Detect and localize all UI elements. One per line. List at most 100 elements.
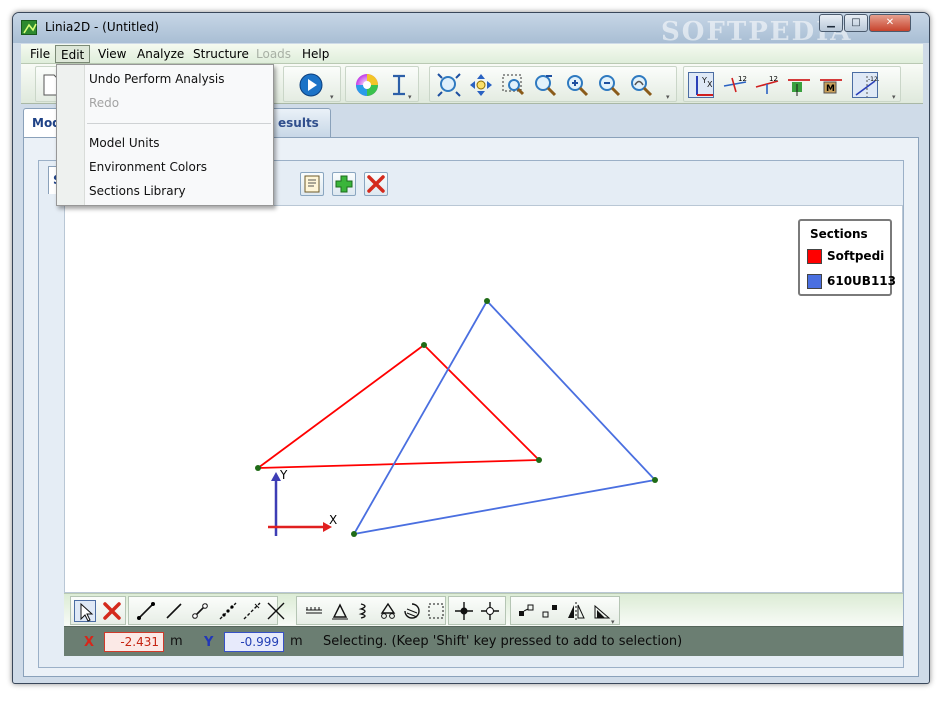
menu-separator <box>87 123 271 124</box>
x-axis-label: X <box>329 513 337 527</box>
menu-item-environment-colors[interactable]: Environment Colors <box>89 157 207 177</box>
x-coord-value: -2.431 <box>104 632 164 652</box>
menu-item-sections-library[interactable]: Sections Library <box>89 181 186 201</box>
results-values-button[interactable]: -12.4 <box>852 72 884 98</box>
sections-legend: Sections Softpedi 610UB113 <box>798 219 896 296</box>
display-toolbar-group: ▾ <box>345 66 419 102</box>
red-member[interactable] <box>423 344 540 461</box>
divide-member-button[interactable] <box>217 600 239 622</box>
mirror-button[interactable] <box>565 600 587 622</box>
distributed-load-button[interactable] <box>303 600 325 622</box>
node[interactable] <box>421 342 427 348</box>
moment-display-button[interactable]: M <box>818 72 844 98</box>
show-axes-button[interactable]: YX <box>688 72 714 98</box>
move-button[interactable] <box>539 600 561 622</box>
red-member[interactable] <box>257 344 425 469</box>
menu-file[interactable]: File <box>25 45 55 63</box>
spring-support-button[interactable] <box>353 600 375 622</box>
svg-text:-12.4: -12.4 <box>868 76 879 83</box>
blue-member[interactable] <box>486 300 656 481</box>
zoom-extents-button[interactable] <box>436 72 462 98</box>
legend-title: Sections <box>810 227 868 241</box>
transform-tool-group: ▾ <box>510 596 620 626</box>
structure-toolbar <box>286 170 412 198</box>
node[interactable] <box>652 477 658 483</box>
draw-line-button[interactable] <box>163 600 185 622</box>
member-numbers-button[interactable]: 12 <box>754 72 780 98</box>
menu-view[interactable]: View <box>93 45 131 63</box>
status-bar: X -2.431 m Y -0.999 m Selecting. (Keep '… <box>64 626 903 656</box>
node[interactable] <box>536 457 542 463</box>
close-button[interactable]: ✕ <box>869 14 911 32</box>
node[interactable] <box>351 531 357 537</box>
line-tool-group <box>128 596 285 625</box>
edit-properties-button[interactable] <box>300 172 324 196</box>
title-bar: Linia2D - (Untitled) SOFTPEDIA ▁ □ ✕ <box>13 13 929 47</box>
status-message: Selecting. (Keep 'Shift' key pressed to … <box>323 634 683 649</box>
select-window-button[interactable] <box>425 600 447 622</box>
rotational-spring-button[interactable] <box>401 600 423 622</box>
labels-toolbar-group: YX 12 12 M -12.4 ▾ <box>683 66 901 102</box>
analysis-toolbar-group: ▾ <box>283 66 341 102</box>
legend-label: 610UB113 <box>827 274 896 288</box>
svg-text:X: X <box>707 80 713 89</box>
roller-support-button[interactable] <box>377 600 399 622</box>
split-member-button[interactable] <box>241 600 263 622</box>
draw-node-line-button[interactable] <box>189 600 211 622</box>
maximize-button[interactable]: □ <box>844 14 868 32</box>
color-wheel-button[interactable] <box>354 72 380 98</box>
menu-analyze[interactable]: Analyze <box>132 45 189 63</box>
node[interactable] <box>484 298 490 304</box>
svg-text:12: 12 <box>769 75 778 83</box>
loads-display-button[interactable] <box>786 72 812 98</box>
add-button[interactable] <box>332 172 356 196</box>
zoom-in-button[interactable] <box>564 72 590 98</box>
model-panel: St <box>23 137 919 677</box>
zoom-window-button[interactable] <box>500 72 526 98</box>
intersect-members-button[interactable] <box>265 600 287 622</box>
menu-edit[interactable]: Edit <box>55 45 91 63</box>
structure-drawing: Y X <box>255 298 658 537</box>
toolbar-grip-icon[interactable]: ▾ <box>611 618 619 626</box>
delete-selection-button[interactable] <box>101 600 123 622</box>
run-analysis-button[interactable] <box>298 72 324 98</box>
move-node-button[interactable] <box>479 600 501 622</box>
zoom-realtime-button[interactable] <box>628 72 654 98</box>
add-node-button[interactable] <box>453 600 475 622</box>
toolbar-grip-icon[interactable]: ▾ <box>330 93 338 101</box>
node[interactable] <box>255 465 261 471</box>
menu-loads[interactable]: Loads <box>251 45 296 63</box>
blue-member[interactable] <box>353 300 488 535</box>
zoom-out-button[interactable] <box>596 72 622 98</box>
y-axis-label: Y <box>279 468 288 482</box>
x-coord-label: X <box>84 635 95 650</box>
pinned-support-button[interactable] <box>329 600 351 622</box>
blue-member[interactable] <box>353 479 656 535</box>
node-numbers-button[interactable]: 12 <box>722 72 748 98</box>
menu-help[interactable]: Help <box>297 45 334 63</box>
menu-item-redo[interactable]: Redo <box>89 93 119 113</box>
node-tool-group <box>448 596 506 625</box>
pan-button[interactable] <box>468 72 494 98</box>
copy-button[interactable] <box>515 600 537 622</box>
toolbar-grip-icon[interactable]: ▾ <box>892 93 900 101</box>
minimize-button[interactable]: ▁ <box>819 14 843 32</box>
edit-menu-dropdown: Undo Perform Analysis Redo Model Units E… <box>56 64 274 206</box>
tab-results[interactable]: esults <box>269 108 331 138</box>
y-coord-unit: m <box>290 634 303 649</box>
rotate-button[interactable] <box>591 600 613 622</box>
toolbar-grip-icon[interactable]: ▾ <box>666 93 674 101</box>
window-title: Linia2D - (Untitled) <box>45 20 159 34</box>
menu-item-undo[interactable]: Undo Perform Analysis <box>89 69 225 89</box>
menu-item-model-units[interactable]: Model Units <box>89 133 160 153</box>
select-arrow-button[interactable] <box>74 600 96 622</box>
drawing-canvas[interactable]: Y X Sections Softpedi 610UB113 <box>64 205 903 593</box>
selection-tool-group <box>70 596 126 625</box>
draw-member-button[interactable] <box>135 600 157 622</box>
toolbar-grip-icon[interactable]: ▾ <box>408 93 416 101</box>
delete-button[interactable] <box>364 172 388 196</box>
red-member[interactable] <box>257 459 540 469</box>
zoom-previous-button[interactable] <box>532 72 558 98</box>
app-icon <box>21 20 37 35</box>
menu-structure[interactable]: Structure <box>188 45 254 63</box>
